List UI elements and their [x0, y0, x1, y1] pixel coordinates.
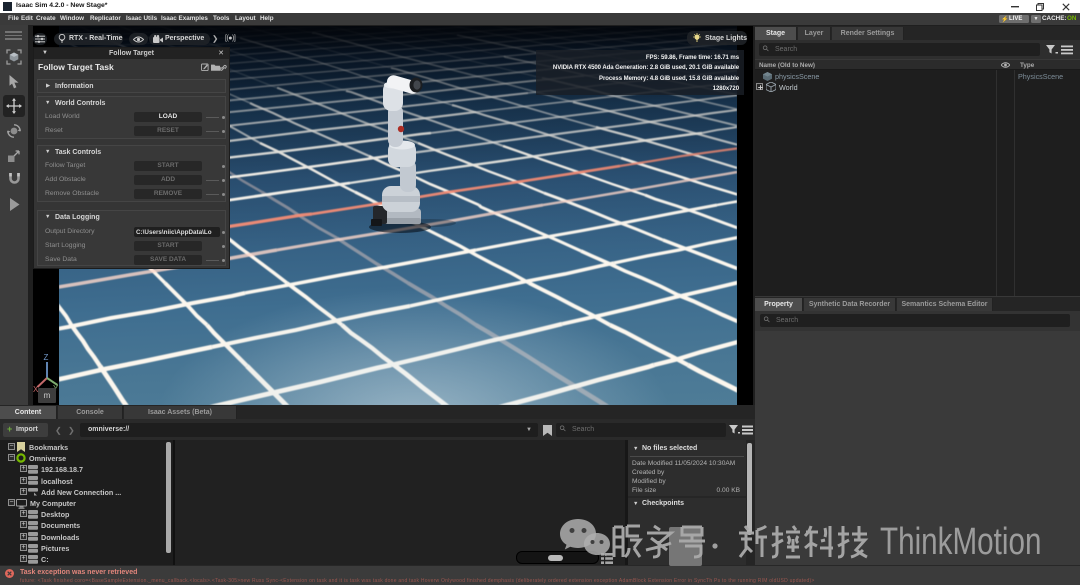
svg-text:Z: Z — [44, 353, 49, 362]
